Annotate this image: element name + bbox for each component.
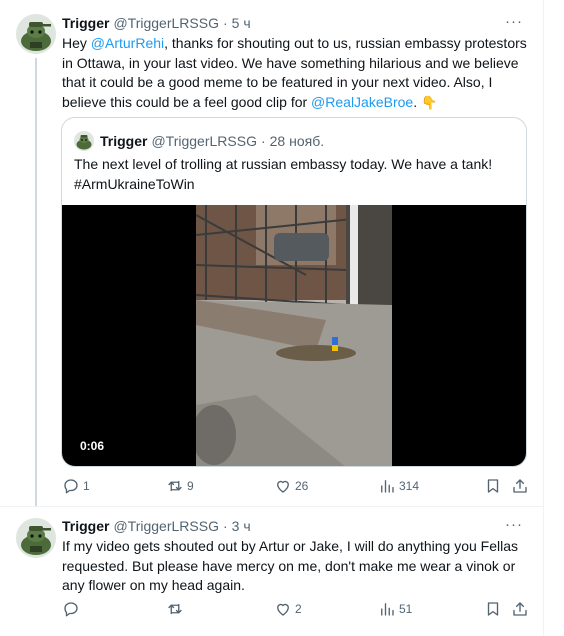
author-handle[interactable]: @TriggerLRSSG <box>113 15 219 31</box>
like-icon <box>277 603 289 616</box>
tweet-header: Trigger @TriggerLRSSG · 3 ч <box>62 517 251 535</box>
tweet-header: Trigger @TriggerLRSSG · 5 ч <box>62 14 251 32</box>
quoted-tweet-text: The next level of trolling at russian em… <box>74 156 493 192</box>
tweet-time[interactable]: 5 ч <box>232 15 251 31</box>
retweet-count: 9 <box>187 479 194 493</box>
reply-button[interactable] <box>62 599 83 619</box>
bookmark-icon <box>487 602 499 616</box>
video-thumbnail-image <box>196 205 392 466</box>
like-button[interactable]: 2 <box>274 599 302 619</box>
thread-line <box>35 58 37 506</box>
reply-count: 1 <box>83 479 90 493</box>
like-count: 2 <box>295 602 302 616</box>
views-icon <box>381 480 394 493</box>
more-icon[interactable]: ··· <box>504 12 524 30</box>
author-handle: @TriggerLRSSG <box>151 133 257 149</box>
views-icon <box>381 603 394 616</box>
author-handle[interactable]: @TriggerLRSSG <box>113 518 219 534</box>
like-icon <box>277 480 289 493</box>
text-segment: . <box>413 93 421 110</box>
avatar[interactable] <box>16 14 56 54</box>
video-duration: 0:06 <box>80 439 105 453</box>
quoted-tweet-header: Trigger @TriggerLRSSG · 28 нояб. <box>100 131 324 151</box>
views-button[interactable]: 51 <box>378 599 412 619</box>
quoted-tweet-date: 28 нояб. <box>269 133 325 149</box>
tweet-text: If my video gets shouted out by Artur or… <box>62 538 519 593</box>
reply-button[interactable]: 1 <box>62 476 90 496</box>
author-name[interactable]: Trigger <box>62 518 109 534</box>
bookmark-icon <box>487 479 499 493</box>
mention-link[interactable]: @ArturRehi <box>91 35 164 51</box>
tweet-actions: 1 9 26 314 <box>62 476 532 496</box>
author-name[interactable]: Trigger <box>62 15 109 31</box>
views-button[interactable]: 314 <box>378 476 419 496</box>
share-icon <box>513 602 527 616</box>
share-button[interactable] <box>511 599 529 619</box>
separator-dot: · <box>222 518 228 534</box>
video-frame <box>196 205 392 466</box>
separator-dot: · <box>222 15 228 31</box>
text-segment: Hey <box>62 35 91 51</box>
like-button[interactable]: 26 <box>274 476 308 496</box>
tweet-time[interactable]: 3 ч <box>232 518 251 534</box>
view-count: 314 <box>399 479 420 493</box>
author-name: Trigger <box>100 133 148 149</box>
share-icon <box>513 479 527 493</box>
tweet-actions: 2 51 <box>62 599 532 619</box>
avatar[interactable] <box>74 131 94 151</box>
share-button[interactable] <box>511 476 529 496</box>
avatar-image <box>16 518 56 558</box>
avatar-image <box>16 14 56 54</box>
separator-dot: · <box>260 133 266 149</box>
view-count: 51 <box>399 602 413 616</box>
video-player[interactable]: 0:06 <box>62 205 526 466</box>
retweet-icon <box>168 480 182 492</box>
retweet-button[interactable] <box>166 599 187 619</box>
avatar-image <box>74 131 94 151</box>
retweet-button[interactable]: 9 <box>166 476 194 496</box>
quoted-tweet[interactable]: Trigger @TriggerLRSSG · 28 нояб. The nex… <box>61 117 527 467</box>
tweet[interactable]: Trigger @TriggerLRSSG · 5 ч ··· Hey @Art… <box>0 0 544 506</box>
bookmark-button[interactable] <box>484 599 502 619</box>
bookmark-button[interactable] <box>484 476 502 496</box>
reply-icon <box>64 602 78 617</box>
tweet-text: Hey @ArturRehi, thanks for shouting out … <box>62 34 538 112</box>
mention-link[interactable]: @RealJakeBroe <box>311 94 413 110</box>
retweet-icon <box>168 603 182 615</box>
avatar[interactable] <box>16 518 56 558</box>
tweet[interactable]: Trigger @TriggerLRSSG · 3 ч ··· If my vi… <box>0 507 544 636</box>
like-count: 26 <box>295 479 309 493</box>
reply-icon <box>64 479 78 494</box>
point-down-emoji: 👇 <box>420 94 438 110</box>
more-icon[interactable]: ··· <box>504 515 524 533</box>
